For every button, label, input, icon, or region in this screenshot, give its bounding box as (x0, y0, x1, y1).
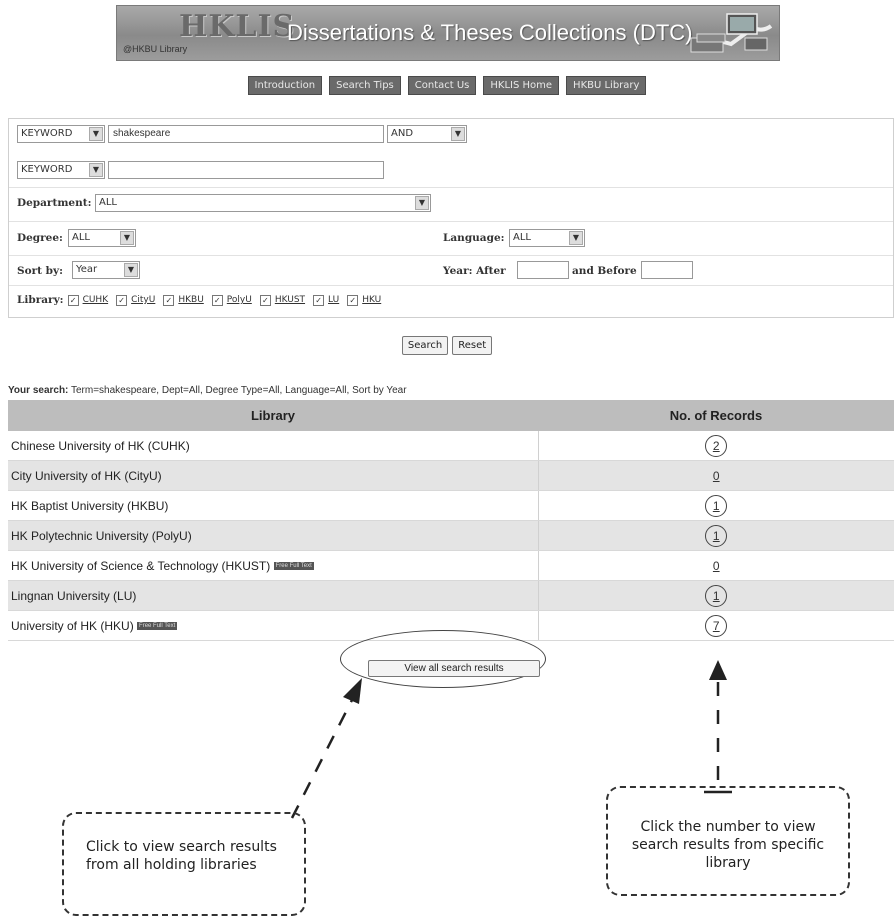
callout-view-all: Click to view search results from all ho… (62, 812, 306, 916)
callout-click-number: Click the number to view search results … (606, 786, 850, 896)
arrow-line-left (290, 699, 354, 819)
arrow-head-left (343, 678, 362, 704)
annotation-arrows (290, 660, 732, 819)
arrow-head-right (709, 660, 727, 680)
